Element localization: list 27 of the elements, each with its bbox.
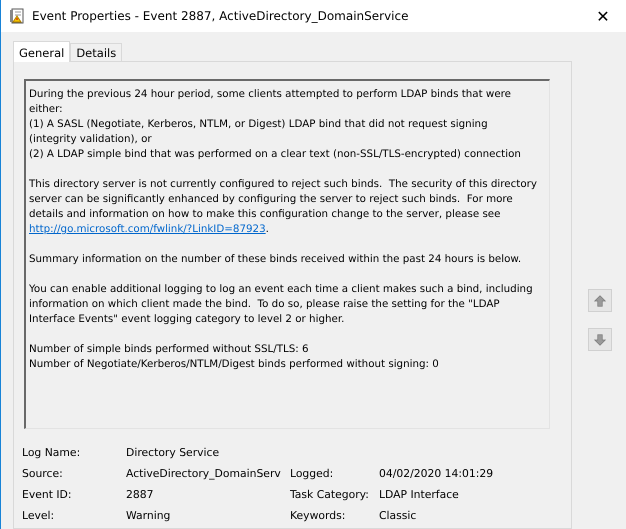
field-label: Source: (22, 466, 64, 482)
window-title: Event Properties - Event 2887, ActiveDirectory_DomainService (32, 9, 410, 23)
field-value: 04/02/2020 14:01:29 (379, 466, 494, 482)
description-text: Summary information on the number of these binds received within the past 24 hours is below. (29, 252, 522, 267)
field-value: Classic (379, 508, 418, 524)
next-event-button[interactable] (588, 328, 612, 351)
previous-event-button[interactable] (588, 289, 612, 312)
description-text: . (266, 223, 269, 235)
field-label: Keywords: (290, 508, 346, 524)
tab[interactable]: General (13, 41, 70, 62)
field-value: LDAP Interface (379, 487, 460, 503)
field-label: Level: (22, 508, 56, 524)
field-label: Task Category: (290, 487, 370, 503)
description-text: During the previous 24 hour period, some clients attempted to perform LDAP binds that were either: (1) A SASL (Negotiate, Kerberos, NTLM, or Digest) LDAP bind that did not request signing (integrity validation), or (2) A LDAP simple bind that was performed on a clear text (non-SSL/TLS-encrypted) connection (29, 87, 521, 162)
description-text: This directory server is not currently configured to reject such binds. The security of this directory server can be significantly enhanced by configuring the server to reject such binds. For more details and information on how to make this configuration change to the server, please see (29, 178, 537, 220)
help-link[interactable]: http://go.microsoft.com/fwlink/?LinkID=87923 (29, 223, 266, 235)
description-text: Number of simple binds performed without SSL/TLS: 6 Number of Negotiate/Kerberos/NTLM/Digest binds performed without signing: 0 (29, 342, 439, 372)
field-label: Logged: (290, 466, 334, 482)
field-value: ActiveDirectory_DomainServ (126, 466, 282, 482)
field-value: Warning (126, 508, 172, 524)
field-value: Directory Service (126, 445, 220, 461)
tab[interactable]: Details (70, 43, 122, 61)
field-value: 2887 (126, 487, 154, 503)
field-label: Event ID: (22, 487, 72, 503)
event-log-icon (9, 8, 25, 24)
description-text: You can enable additional logging to log an event each time a client makes such a bind, including information on which client made the bind. To do so, please raise the setting for the "LDAP Interface Events" event logging category to level 2 or higher. (29, 282, 533, 327)
field-label: Log Name: (22, 445, 82, 461)
